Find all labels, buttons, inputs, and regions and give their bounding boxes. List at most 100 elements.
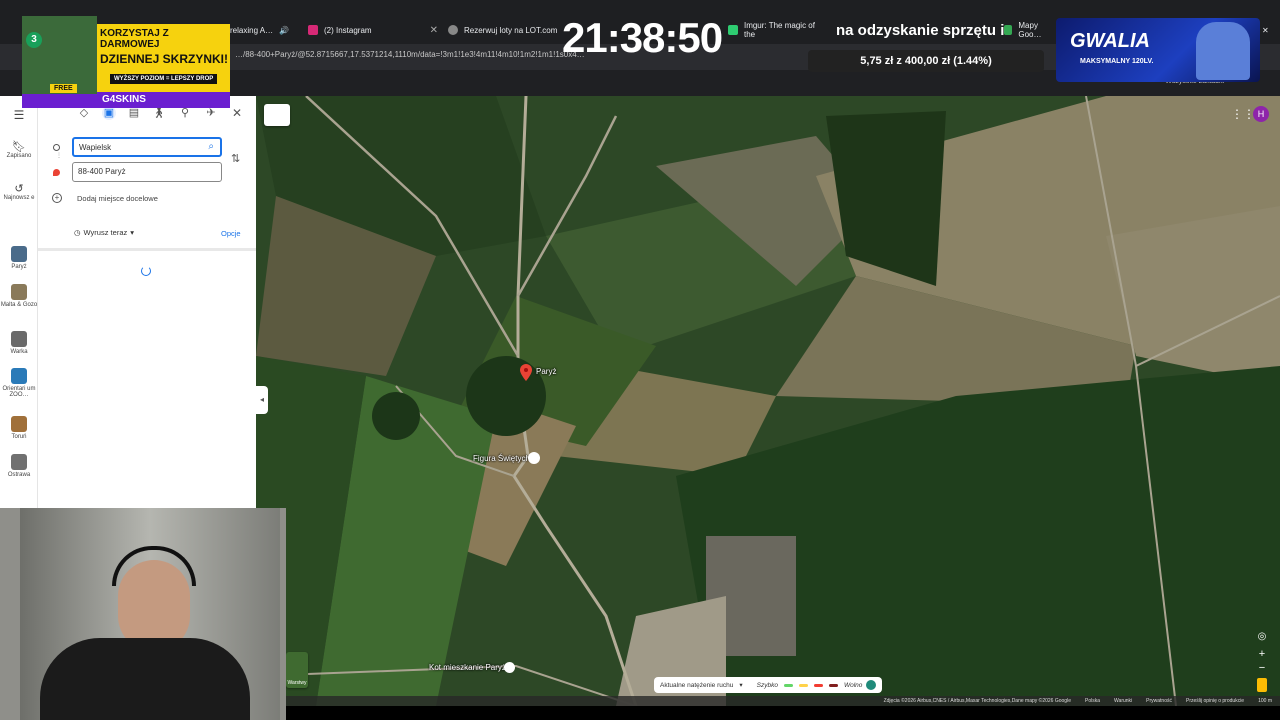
donation-goal-title: na odzyskanie sprzętu i (836, 22, 1005, 39)
collapse-panel-button[interactable] (264, 104, 290, 126)
place-thumbnail (11, 331, 27, 347)
close-icon: ✕ (1262, 25, 1269, 35)
satellite-imagery (256, 96, 1280, 706)
menu-icon[interactable]: ☰ (0, 108, 38, 122)
recent-place-item[interactable]: Toruń (0, 416, 38, 440)
chevron-down-icon: ▾ (130, 228, 135, 237)
bookmark-icon: 🔖︎ (12, 141, 26, 153)
close-window-button[interactable]: ✕ (1262, 18, 1276, 42)
divider (38, 248, 256, 251)
traffic-bar (798, 683, 808, 687)
privacy-link[interactable]: Prywatność (1146, 698, 1172, 704)
destination-input[interactable]: 88-400 Paryż (72, 162, 222, 182)
my-location-icon[interactable]: ◎ (1256, 631, 1268, 642)
tab-google-maps[interactable]: Mapy Goo… (1004, 18, 1056, 42)
add-destination-link[interactable]: Dodaj miejsce docelowe (77, 194, 158, 203)
chevron-down-icon[interactable]: ▾ (739, 681, 742, 689)
loading-spinner (141, 266, 151, 276)
webcam-overlay (0, 508, 286, 720)
location-pin-icon[interactable] (520, 364, 532, 381)
apps-grid-icon[interactable]: ⋮⋮ (1231, 107, 1255, 121)
origin-dot-icon (53, 144, 60, 151)
saved-nav[interactable]: 🔖︎ Zapisano (0, 140, 38, 159)
imgur-icon (728, 25, 738, 35)
destination-pin-icon (53, 169, 60, 176)
tab-instagram[interactable]: (2) Instagram ✕ (308, 18, 438, 42)
gwalia-banner: GWALIA MAKSYMALNY 120LV. (1056, 18, 1260, 82)
route-dots: ⋮ (56, 153, 62, 159)
maps-icon (1004, 25, 1013, 35)
traffic-legend: Aktualne natężenie ruchu ▾ Szybko Wolno (654, 677, 882, 693)
traffic-bar (828, 683, 838, 687)
depart-time-dropdown[interactable]: ◷ Wyrusz teraz ▾ (74, 228, 134, 237)
recent-place-item[interactable]: Orientari um ZOO… (0, 368, 38, 398)
transit-icon[interactable]: ▤ (127, 106, 141, 120)
close-icon[interactable]: ✕ (230, 106, 244, 120)
zoom-in-button[interactable]: + (1256, 648, 1268, 660)
recent-label: Najnowsz e (3, 195, 35, 201)
place-label[interactable]: Figura Świętych (473, 454, 530, 463)
tab-label: Rezerwuj loty na LOT.com (464, 25, 558, 35)
recent-place-label: Toruń (11, 434, 27, 440)
pin-label[interactable]: Paryż (536, 367, 556, 376)
walking-icon[interactable]: 🚶︎ (152, 106, 166, 120)
scale-label: 100 m (1258, 698, 1272, 704)
swap-icon[interactable]: ⇅ (231, 152, 240, 165)
account-avatar[interactable]: H (1253, 106, 1269, 122)
place-label[interactable]: Kot mieszkanie Paryż (429, 663, 506, 672)
collapse-sidebar-button[interactable]: ◂ (256, 386, 268, 414)
car-icon[interactable]: ▣ (102, 106, 116, 120)
recent-nav[interactable]: ↺ Najnowsz e (0, 182, 38, 201)
gwalia-character (1196, 22, 1250, 80)
place-marker-icon[interactable] (504, 662, 515, 673)
options-button[interactable]: Opcje (221, 229, 241, 238)
bicycle-icon[interactable]: ⚲ (178, 106, 192, 120)
recent-place-item[interactable]: Warka (0, 331, 38, 355)
terms-link[interactable]: Warunki (1114, 698, 1132, 704)
flight-icon[interactable]: ✈︎ (204, 106, 218, 120)
stream-clock: 21:38:50 (562, 14, 723, 61)
traffic-toggle-icon[interactable] (866, 680, 876, 690)
satellite-map[interactable]: Paryż Figura Świętych Kot mieszkanie Par… (256, 96, 1280, 706)
place-thumbnail (11, 246, 27, 262)
recent-place-item[interactable]: Malta & Gozo (0, 284, 38, 308)
zoom-out-button[interactable]: − (1256, 662, 1268, 674)
saved-label: Zapisano (6, 153, 32, 159)
speaker-icon: 🔊 (279, 25, 290, 35)
tab-label: relaxing A… (230, 25, 274, 35)
recent-place-label: Warka (10, 349, 28, 355)
donation-goal-bar: 5,75 zł z 400,00 zł (1.44%) (808, 50, 1044, 72)
tab-lot[interactable]: Rezerwuj loty na LOT.com (448, 18, 558, 42)
search-icon[interactable]: ⌕ (208, 141, 214, 152)
add-icon[interactable]: + (52, 193, 62, 203)
origin-input[interactable]: Wapielsk ⌕ (72, 137, 222, 157)
donation-goal-progress: 5,75 zł z 400,00 zł (1.44%) (860, 55, 992, 67)
traffic-dropdown[interactable]: Aktualne natężenie ruchu (660, 682, 733, 689)
left-nav-rail: ☰ 🔖︎ Zapisano ↺ Najnowsz e Paryż Malta &… (0, 96, 38, 508)
place-thumbnail (11, 454, 27, 470)
place-marker-icon[interactable] (528, 452, 540, 464)
tab-imgur[interactable]: Imgur: The magic of the (728, 18, 828, 42)
traffic-fast-label: Szybko (756, 681, 778, 689)
feedback-link[interactable]: Prześlij opinię o produkcie (1186, 698, 1244, 704)
recent-place-label: Ostrawa (7, 472, 31, 478)
best-route-icon[interactable]: ◇ (77, 106, 91, 120)
recent-place-item[interactable]: Ostrawa (0, 454, 38, 478)
traffic-bar (783, 683, 793, 687)
place-thumbnail (11, 416, 27, 432)
depart-label: Wyrusz teraz (83, 228, 128, 237)
street-view-pegman-icon[interactable] (1257, 678, 1267, 692)
tab-label: Imgur: The magic of the (743, 21, 815, 39)
close-icon[interactable]: ✕ (430, 25, 438, 36)
instagram-icon (308, 25, 318, 35)
tab-label: Mapy Goo… (1018, 21, 1042, 39)
origin-value: Wapielsk (79, 143, 112, 152)
tab-label: (2) Instagram (324, 25, 372, 35)
footer-country: Polska (1084, 698, 1100, 704)
place-thumbnail (11, 368, 27, 384)
layers-button[interactable]: Warstwy (286, 652, 308, 688)
promo-banner: 3 KORZYSTAJ Z DARMOWEJ DZIENNEJ SKRZYNKI… (22, 16, 232, 108)
recent-place-item[interactable]: Paryż (0, 246, 38, 270)
gwalia-logo: GWALIA (1070, 30, 1150, 52)
tab-relaxing[interactable]: relaxing A… 🔊 (230, 18, 300, 42)
